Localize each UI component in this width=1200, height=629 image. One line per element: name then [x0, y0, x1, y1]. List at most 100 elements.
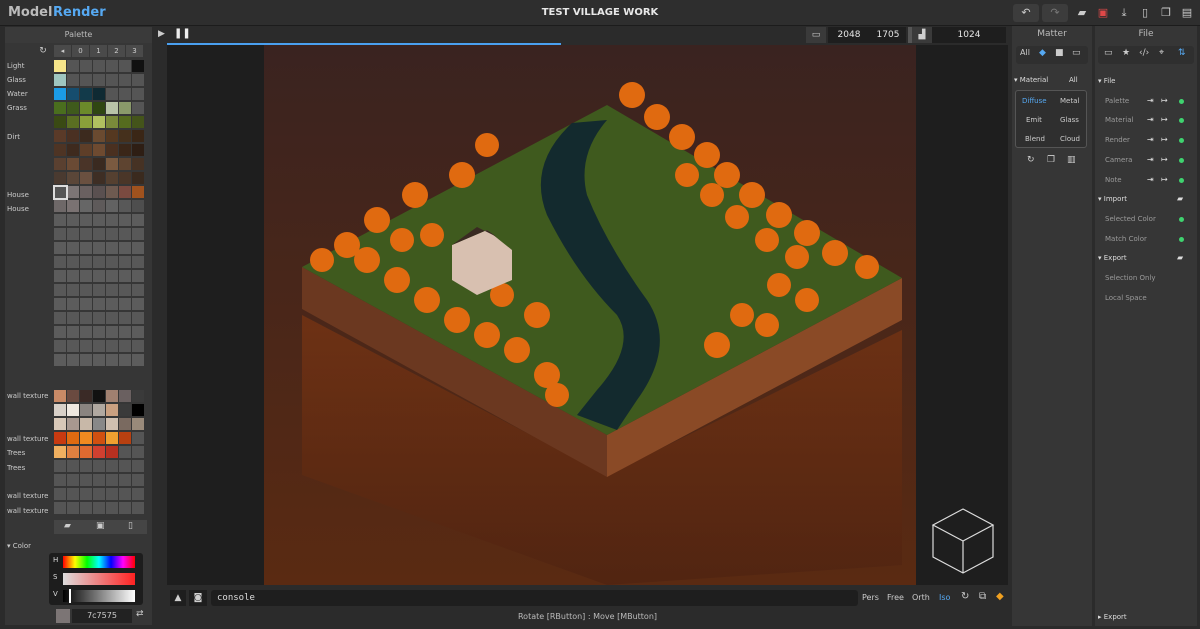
- palette-swatch[interactable]: [80, 130, 92, 142]
- palette-swatch[interactable]: [80, 460, 92, 472]
- palette-swatch[interactable]: [132, 256, 144, 268]
- image-filter-icon[interactable]: ▭: [1072, 48, 1081, 58]
- palette-swatch[interactable]: [132, 60, 144, 72]
- export-icon[interactable]: ↦: [1161, 135, 1168, 144]
- pause-icon[interactable]: ❚❚: [174, 28, 191, 39]
- palette-swatch[interactable]: [67, 340, 79, 352]
- palette-swatch[interactable]: [67, 186, 79, 198]
- palette-swatch[interactable]: [106, 214, 118, 226]
- palette-tab-1[interactable]: 1: [90, 45, 107, 57]
- palette-swatch[interactable]: [67, 130, 79, 142]
- palette-swatch[interactable]: [132, 312, 144, 324]
- camera-icon[interactable]: ◙: [189, 590, 207, 606]
- palette-swatch[interactable]: [93, 404, 105, 416]
- undo-button[interactable]: ↶: [1013, 4, 1039, 22]
- palette-swatch[interactable]: [119, 200, 131, 212]
- console-input[interactable]: console: [211, 590, 858, 606]
- palette-swatch[interactable]: [132, 242, 144, 254]
- palette-swatch[interactable]: [80, 474, 92, 486]
- palette-swatch[interactable]: [67, 144, 79, 156]
- palette-swatch[interactable]: [80, 242, 92, 254]
- import-icon[interactable]: ⇥: [1147, 115, 1154, 124]
- page-icon[interactable]: ▯: [128, 521, 133, 531]
- palette-swatch[interactable]: [93, 256, 105, 268]
- pin-icon[interactable]: ⌖: [1159, 48, 1164, 58]
- palette-swatch[interactable]: [80, 228, 92, 240]
- palette-swatch[interactable]: [132, 172, 144, 184]
- palette-swatch[interactable]: [93, 130, 105, 142]
- palette-swatch[interactable]: [93, 460, 105, 472]
- palette-swatch[interactable]: [119, 284, 131, 296]
- palette-swatch[interactable]: [132, 446, 144, 458]
- image-size-icon[interactable]: ▭: [806, 27, 826, 43]
- palette-swatch[interactable]: [67, 418, 79, 430]
- palette-swatch[interactable]: [106, 88, 118, 100]
- render-height[interactable]: 1705: [870, 27, 906, 43]
- palette-swatch[interactable]: [54, 340, 66, 352]
- import-icon[interactable]: ⇥: [1147, 96, 1154, 105]
- palette-swatch[interactable]: [67, 354, 79, 366]
- palette-swatch[interactable]: [106, 312, 118, 324]
- file-section-header[interactable]: ▾ File: [1098, 77, 1115, 85]
- reset-material-icon[interactable]: ↻: [1027, 155, 1035, 165]
- palette-swatch[interactable]: [106, 116, 118, 128]
- palette-swatch[interactable]: [132, 144, 144, 156]
- palette-swatch[interactable]: [54, 404, 66, 416]
- palette-swatch[interactable]: [80, 446, 92, 458]
- palette-swatch[interactable]: [119, 474, 131, 486]
- palette-swatch[interactable]: [54, 214, 66, 226]
- palette-swatch[interactable]: [119, 256, 131, 268]
- palette-swatch[interactable]: [93, 502, 105, 514]
- palette-swatch[interactable]: [106, 298, 118, 310]
- palette-swatch[interactable]: [67, 214, 79, 226]
- palette-swatch[interactable]: [106, 404, 118, 416]
- star-icon[interactable]: ★: [1122, 48, 1130, 58]
- material-cloud[interactable]: Cloud: [1060, 135, 1080, 143]
- material-glass[interactable]: Glass: [1060, 116, 1079, 124]
- save-icon[interactable]: ▣: [1095, 5, 1111, 21]
- palette-swatch[interactable]: [80, 312, 92, 324]
- palette-swatch[interactable]: [106, 460, 118, 472]
- palette-swatch[interactable]: [132, 186, 144, 198]
- palette-swatch[interactable]: [132, 326, 144, 338]
- palette-swatch[interactable]: [119, 116, 131, 128]
- sort-icon[interactable]: ⇅: [1178, 48, 1186, 58]
- camera-filter-icon[interactable]: ■: [1055, 48, 1064, 58]
- palette-swatch[interactable]: [54, 88, 66, 100]
- palette-swatch[interactable]: [106, 432, 118, 444]
- render-viewport[interactable]: [167, 45, 1008, 585]
- palette-swatch[interactable]: [80, 298, 92, 310]
- palette-swatch[interactable]: [106, 488, 118, 500]
- palette-swatch[interactable]: [132, 488, 144, 500]
- folder-icon[interactable]: ▰: [1177, 194, 1183, 203]
- palette-swatch[interactable]: [93, 60, 105, 72]
- palette-swatch[interactable]: [54, 312, 66, 324]
- palette-swatch[interactable]: [67, 432, 79, 444]
- reset-icon[interactable]: ↻: [38, 45, 48, 57]
- palette-swatch[interactable]: [80, 418, 92, 430]
- palette-swatch[interactable]: [80, 284, 92, 296]
- palette-swatch[interactable]: [119, 312, 131, 324]
- palette-swatch[interactable]: [80, 390, 92, 402]
- palette-swatch[interactable]: [80, 60, 92, 72]
- palette-swatch[interactable]: [67, 488, 79, 500]
- palette-swatch[interactable]: [119, 446, 131, 458]
- palette-swatch[interactable]: [132, 390, 144, 402]
- palette-swatch[interactable]: [54, 418, 66, 430]
- copy-material-icon[interactable]: ❐: [1047, 155, 1055, 165]
- palette-swatch[interactable]: [106, 144, 118, 156]
- palette-swatch[interactable]: [54, 488, 66, 500]
- palette-swatch[interactable]: [80, 186, 92, 198]
- palette-swatch[interactable]: [93, 74, 105, 86]
- palette-swatch[interactable]: [106, 502, 118, 514]
- cube-icon[interactable]: ◆: [996, 591, 1004, 602]
- palette-swatch[interactable]: [54, 502, 66, 514]
- palette-swatch[interactable]: [67, 502, 79, 514]
- swap-icon[interactable]: ⇄: [136, 609, 144, 619]
- palette-swatch[interactable]: [93, 340, 105, 352]
- palette-swatch[interactable]: [119, 228, 131, 240]
- import-icon[interactable]: ⇥: [1147, 175, 1154, 184]
- histogram-icon[interactable]: ▟: [912, 27, 932, 43]
- palette-swatch[interactable]: [132, 432, 144, 444]
- palette-swatch[interactable]: [132, 102, 144, 114]
